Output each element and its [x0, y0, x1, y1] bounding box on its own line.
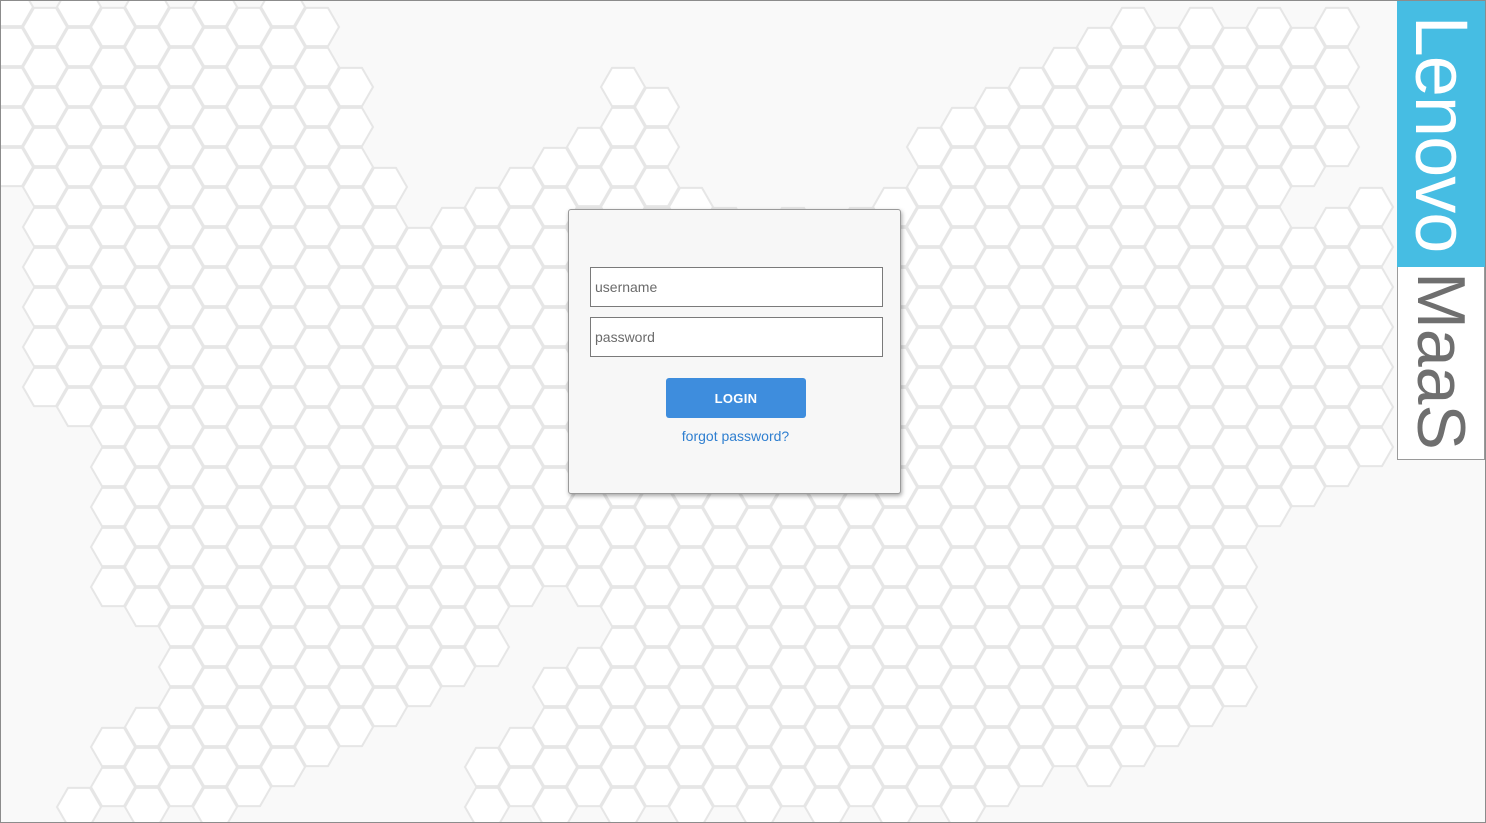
hexagon-tile: [1313, 6, 1361, 48]
password-input[interactable]: [590, 317, 883, 357]
hexagon-tile: [1347, 306, 1395, 348]
hexagon-tile: [1211, 586, 1259, 628]
login-page: LOGIN forgot password? Lenovo MaaS: [0, 0, 1486, 823]
login-button[interactable]: LOGIN: [666, 378, 806, 418]
hexagon-tile: [1347, 386, 1395, 428]
hexagon-tile: [1347, 346, 1395, 388]
hexagon-tile: [1313, 86, 1361, 128]
maas-logo-text: MaaS: [1403, 272, 1479, 450]
hexagon-tile: [1347, 226, 1395, 268]
maas-logo: MaaS: [1397, 267, 1485, 460]
forgot-password-link[interactable]: forgot password?: [569, 428, 902, 444]
login-panel: LOGIN forgot password?: [568, 209, 901, 494]
hexagon-tile: [361, 166, 409, 208]
lenovo-logo-text: Lenovo: [1400, 15, 1483, 253]
username-input[interactable]: [590, 267, 883, 307]
hexagon-tile: [1347, 266, 1395, 308]
hexagon-tile: [1313, 126, 1361, 168]
hexagon-tile: [1313, 46, 1361, 88]
hexagon-tile: [633, 126, 681, 168]
hexagon-tile: [1211, 626, 1259, 668]
lenovo-logo: Lenovo: [1397, 1, 1485, 267]
hexagon-tile: [1347, 186, 1395, 228]
hexagon-tile: [293, 6, 341, 48]
hexagon-tile: [327, 66, 375, 108]
hexagon-tile: [327, 106, 375, 148]
hexagon-tile: [1211, 546, 1259, 588]
hexagon-tile: [463, 626, 511, 668]
hexagon-tile: [633, 86, 681, 128]
hexagon-tile: [1211, 666, 1259, 708]
hexagon-tile: [1347, 426, 1395, 468]
